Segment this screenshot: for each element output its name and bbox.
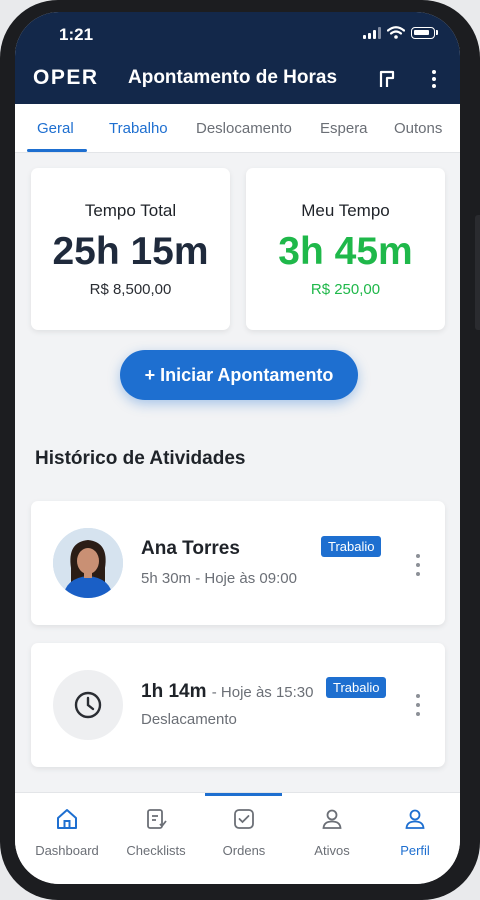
stat-amount: R$ 8,500,00 xyxy=(89,281,172,298)
wifi-icon xyxy=(387,26,405,39)
signal-icon xyxy=(363,26,381,39)
tab-espera[interactable]: Espera xyxy=(320,120,368,137)
battery-icon xyxy=(411,26,435,39)
more-menu-icon[interactable] xyxy=(422,67,446,91)
stat-amount: R$ 250,00 xyxy=(310,281,381,298)
side-button xyxy=(475,215,480,330)
nav-label: Perfil xyxy=(400,843,430,858)
list-item[interactable]: 1h 14m - Hoje às 15:30 Deslacamento Trab… xyxy=(31,643,445,767)
nav-indicator xyxy=(205,793,282,796)
activity-duration: 1h 14m - Hoje às 15:30 xyxy=(141,681,314,703)
activity-type-badge: Trabalio xyxy=(321,536,382,557)
nav-item-ativos[interactable]: Ativos xyxy=(289,801,375,861)
tab-outros[interactable]: Outons xyxy=(394,120,442,137)
nav-item-perfil[interactable]: Perfil xyxy=(372,801,458,861)
stat-label: Meu Tempo xyxy=(301,201,390,220)
nav-label: Ordens xyxy=(222,843,266,858)
avatar xyxy=(53,528,123,598)
app-screen: 1:21 OPER Apontamento de Horas Geral Tra… xyxy=(15,12,460,884)
more-options-icon[interactable] xyxy=(411,554,425,576)
tab-bar: Geral Trabalho Deslocamento Espera Outon… xyxy=(15,104,460,153)
home-icon xyxy=(57,809,77,829)
tab-geral[interactable]: Geral xyxy=(37,120,74,137)
checklist-icon xyxy=(147,809,167,829)
stat-label: Tempo Total xyxy=(84,201,177,220)
activity-meta: Deslacamento xyxy=(141,711,237,728)
page-title: Apontamento de Horas xyxy=(128,67,338,88)
section-title: Histórico de Atividades xyxy=(35,448,246,469)
bottom-nav: Dashboard Checklists Ordens Ativos Perfi… xyxy=(15,792,460,884)
stat-value: 25h 15m xyxy=(52,230,209,273)
list-item[interactable]: Ana Torres 5h 30m - Hoje às 09:00 Trabal… xyxy=(31,501,445,625)
status-icons xyxy=(363,26,438,39)
more-options-icon[interactable] xyxy=(411,694,425,716)
phone-frame: 1:21 OPER Apontamento de Horas Geral Tra… xyxy=(0,0,480,900)
tab-deslocamento[interactable]: Deslocamento xyxy=(196,120,292,137)
activity-time: - Hoje às 15:30 xyxy=(211,684,314,701)
check-square-icon xyxy=(234,809,254,829)
activity-user-name: Ana Torres xyxy=(141,538,240,559)
nav-label: Checklists xyxy=(126,843,186,858)
stat-card-total: Tempo Total 25h 15m R$ 8,500,00 xyxy=(31,168,230,330)
clock-icon xyxy=(53,670,123,740)
nav-item-ordens[interactable]: Ordens xyxy=(201,801,287,861)
activity-type-badge: Trabalio xyxy=(326,677,387,698)
active-tab-indicator xyxy=(27,149,87,152)
stat-value: 3h 45m xyxy=(278,230,413,273)
user-icon xyxy=(405,809,425,829)
tab-trabalho[interactable]: Trabalho xyxy=(109,120,168,137)
status-time: 1:21 xyxy=(59,25,94,44)
activity-duration-value: 1h 14m xyxy=(141,681,207,702)
flag-icon[interactable] xyxy=(375,67,399,91)
nav-label: Dashboard xyxy=(35,843,99,858)
app-logo: OPER xyxy=(33,66,99,89)
nav-label: Ativos xyxy=(314,843,350,858)
user-icon xyxy=(322,809,342,829)
nav-item-checklists[interactable]: Checklists xyxy=(113,801,199,861)
start-entry-button[interactable]: + Iniciar Apontamento xyxy=(120,350,358,400)
nav-item-dashboard[interactable]: Dashboard xyxy=(24,801,110,861)
activity-meta: 5h 30m - Hoje às 09:00 xyxy=(141,570,297,587)
app-header: 1:21 OPER Apontamento de Horas xyxy=(15,12,460,104)
stat-card-mine: Meu Tempo 3h 45m R$ 250,00 xyxy=(246,168,445,330)
